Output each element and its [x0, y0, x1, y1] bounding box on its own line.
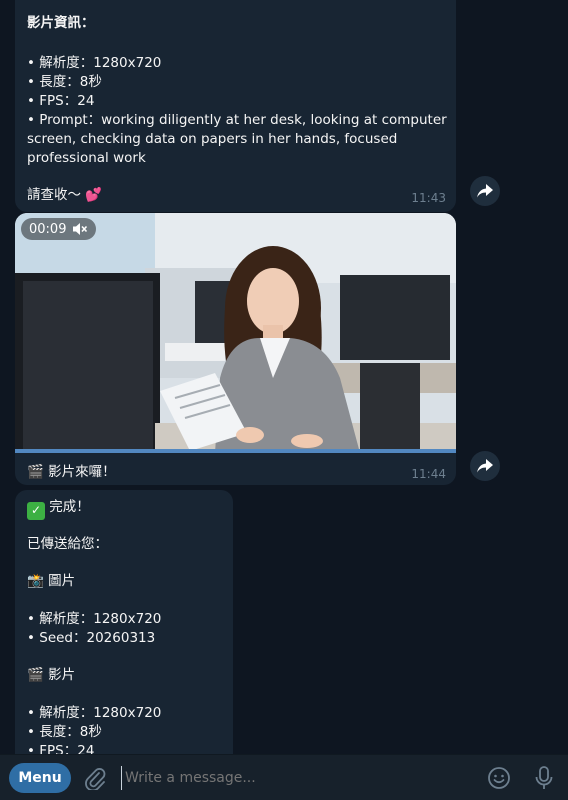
video-timer: 00:09	[21, 218, 97, 240]
video-heading: 🎬 影片	[27, 666, 75, 685]
sent-text: 已傳送給您：	[27, 536, 108, 552]
check-mark-icon: ✓	[27, 501, 45, 520]
done-text: 完成！	[49, 499, 90, 515]
video-player[interactable]: 00:09	[15, 213, 456, 453]
message-time: 11:44	[411, 467, 446, 481]
info-line: • Prompt：working diligently at her desk,…	[27, 112, 447, 128]
clapperboard-icon: 🎬	[27, 464, 44, 480]
video-timer-text: 00:09	[29, 221, 67, 237]
message-title: 影片資訊：	[27, 15, 95, 31]
muted-speaker-icon[interactable]	[72, 222, 88, 236]
message-bubble-video-info: 影片資訊： • 解析度：1280x720 • 長度：8秒 • FPS：24 • …	[15, 0, 456, 212]
video-caption-text: 影片來囉！	[48, 464, 116, 480]
image-info-line: • Seed：20260313	[27, 630, 156, 646]
video-thumbnail	[15, 213, 456, 453]
camera-icon: 📸	[27, 573, 44, 589]
image-heading: 📸 圖片	[27, 572, 75, 591]
menu-button[interactable]: Menu	[9, 763, 71, 793]
message-composer: Menu	[0, 754, 568, 800]
image-label: 圖片	[48, 573, 76, 589]
info-line: • 長度：8秒	[27, 74, 102, 90]
paperclip-icon[interactable]	[84, 766, 106, 790]
info-line: screen, checking data on papers in her h…	[27, 131, 398, 147]
closing-text: 請查收～	[27, 187, 81, 203]
info-line: • 解析度：1280x720	[27, 55, 162, 71]
message-input[interactable]	[121, 766, 467, 790]
info-line: professional work	[27, 150, 146, 166]
clapperboard-icon: 🎬	[27, 667, 44, 683]
forward-button[interactable]	[470, 451, 500, 481]
video-info-line: • 長度：8秒	[27, 724, 102, 740]
forward-button[interactable]	[470, 176, 500, 206]
message-time: 11:43	[411, 191, 446, 205]
info-line: • FPS：24	[27, 93, 95, 109]
video-caption: 🎬 影片來囉！	[27, 460, 116, 480]
image-info-line: • 解析度：1280x720	[27, 611, 162, 627]
video-info-line: • 解析度：1280x720	[27, 705, 162, 721]
closing-line: 請查收～ 💕	[27, 186, 102, 205]
video-progress-bar	[15, 449, 456, 453]
video-label: 影片	[48, 667, 76, 683]
message-bubble-complete: ✓ ✅ 完成！ 已傳送給您： 📸 圖片 • 解析度：1280x720 • See…	[15, 490, 233, 770]
done-line: ✓ ✅ 完成！	[27, 498, 90, 520]
microphone-icon[interactable]	[534, 766, 554, 790]
share-arrow-icon	[477, 459, 493, 473]
share-arrow-icon	[477, 184, 493, 198]
emoji-icon[interactable]	[487, 766, 511, 790]
hearts-icon: 💕	[85, 187, 103, 203]
message-bubble-video: 00:09 🎬 影片來囉！ 11:44	[15, 213, 456, 485]
